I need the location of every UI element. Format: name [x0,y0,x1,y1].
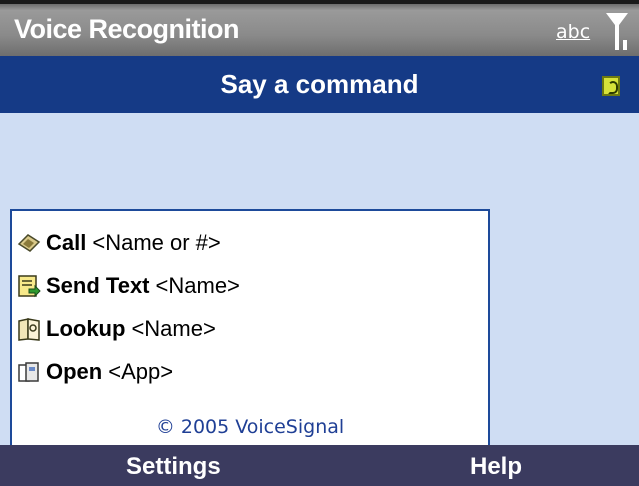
command-argument: <App> [108,359,174,384]
prompt-text: Say a command [220,69,419,99]
command-call[interactable]: Call <Name or #> [16,223,221,263]
command-argument: <Name> [155,273,240,298]
command-verb: Send Text [46,273,150,298]
listening-ear-icon [602,76,620,96]
settings-softkey[interactable]: Settings [126,453,221,481]
command-argument: <Name or #> [92,230,221,255]
softkey-bar: Settings Help [0,445,639,486]
command-argument: <Name> [131,316,216,341]
command-list: Call <Name or #> Send Text <Name> Lookup… [10,209,490,467]
app-title: Voice Recognition [14,14,240,44]
copyright-notice: © 2005 VoiceSignal [155,416,345,438]
voice-recognition-screen: Voice Recognition abc Say a command Call… [0,0,639,486]
command-lookup[interactable]: Lookup <Name> [16,309,216,349]
input-mode-indicator[interactable]: abc [556,21,590,43]
phone-icon [17,234,41,252]
title-bar: Voice Recognition abc [0,0,639,56]
command-verb: Lookup [46,316,126,341]
command-open[interactable]: Open <App> [16,352,173,392]
message-icon [18,275,41,298]
prompt-bar: Say a command [0,56,639,113]
signal-antenna-icon [606,13,628,50]
command-send-text[interactable]: Send Text <Name> [16,266,240,306]
help-softkey[interactable]: Help [470,453,522,481]
command-verb: Open [46,359,103,384]
folder-open-icon [18,362,39,382]
contacts-book-icon [18,318,40,341]
command-verb: Call [46,230,87,255]
